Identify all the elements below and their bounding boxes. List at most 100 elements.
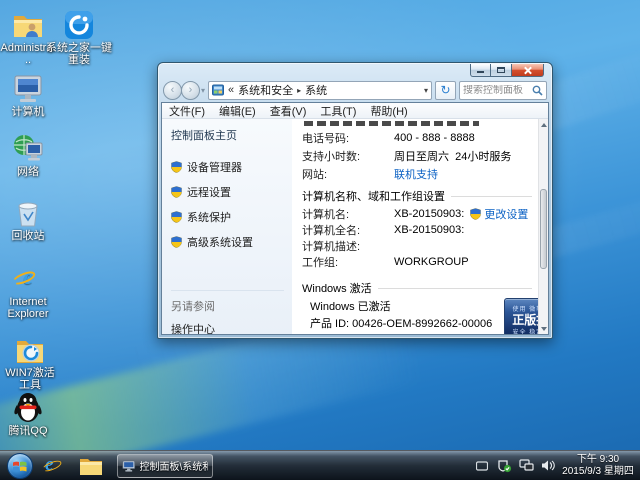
window-titlebar[interactable]: [161, 63, 549, 78]
maximize-button[interactable]: [491, 64, 512, 77]
close-icon: [524, 66, 532, 74]
win7-activator-folder-icon: [0, 333, 60, 365]
minimize-icon: [477, 71, 484, 73]
row-value: XB-20150903:: [394, 224, 465, 236]
desktop-icon-onekey-reinstall[interactable]: 系统之家一键重装: [44, 8, 114, 66]
show-hidden-icons-button[interactable]: [474, 458, 490, 474]
minimize-button[interactable]: [470, 64, 491, 77]
taskbar-active-window-button[interactable]: 控制面板\系统和...: [117, 453, 213, 478]
menu-view[interactable]: 查看(V): [270, 103, 307, 119]
taskbar: e 控制面板\系统和... 下午 9:30 2015/9/3 星: [0, 450, 640, 480]
clock-date: 2015/9/3 星期四: [562, 465, 634, 477]
breadcrumb-system[interactable]: 系统: [305, 82, 327, 98]
search-input[interactable]: [463, 84, 532, 96]
forward-button[interactable]: ›: [181, 80, 200, 100]
sidebar-item-system-protection[interactable]: 系统保护: [171, 209, 284, 225]
uac-shield-icon: [470, 208, 482, 220]
search-icon[interactable]: [532, 85, 543, 96]
row-label: 计算机全名:: [302, 225, 361, 237]
search-box[interactable]: [459, 80, 547, 100]
clipped-scrolled-content: [304, 121, 479, 126]
network-tray-icon[interactable]: [518, 458, 534, 474]
taskbar-clock[interactable]: 下午 9:30 2015/9/3 星期四: [562, 454, 636, 478]
desktop-icon-recycle-bin[interactable]: 回收站: [0, 196, 56, 242]
row-label: 电话号码:: [302, 133, 350, 145]
action-center-tray-icon[interactable]: [496, 458, 512, 474]
online-support-link[interactable]: 联机支持: [394, 166, 438, 182]
desktop-icon-computer[interactable]: 计算机: [0, 72, 56, 118]
product-id-row: 产品 ID: 00426-OEM-8992662-00006: [302, 314, 492, 332]
hidden-icons-icon: [476, 460, 488, 471]
row-label: 网站:: [302, 169, 328, 181]
desktop-icon-internet-explorer[interactable]: e Internet Explorer: [0, 262, 56, 320]
forward-icon: ›: [188, 83, 193, 96]
menu-file[interactable]: 文件(F): [169, 103, 205, 119]
badge-bottom-text: 安全 稳定 声誉: [512, 330, 538, 334]
row-value: WORKGROUP: [394, 256, 469, 268]
desktop-icon-network[interactable]: 网络: [0, 132, 56, 178]
address-dropdown-icon[interactable]: ▾: [424, 86, 428, 95]
menu-tools[interactable]: 工具(T): [320, 103, 356, 119]
start-button[interactable]: [7, 452, 33, 479]
taskbar-explorer-icon[interactable]: [77, 453, 105, 479]
navigation-bar: ‹ › ▾ « 系统和安全 ▸ 系统 ▾ ↻: [161, 78, 549, 102]
desktop-icon-label: 网络: [17, 166, 39, 178]
window-task-icon: [122, 460, 136, 471]
internet-explorer-icon: e: [0, 262, 56, 294]
scroll-up-button[interactable]: [539, 119, 548, 130]
sidebar-item-device-manager[interactable]: 设备管理器: [171, 159, 284, 175]
scrollbar-thumb[interactable]: [540, 189, 547, 269]
desktop-icon-label: Internet Explorer: [7, 296, 49, 320]
sidebar: 控制面板主页 设备管理器 远程设置 系统保护 高级系统设置 另请参阅 操作中心: [162, 119, 292, 334]
change-settings-link[interactable]: 更改设置: [484, 206, 528, 222]
network-computers-icon: [518, 459, 534, 471]
taskbar-button-label: 控制面板\系统和...: [139, 462, 208, 473]
sidebar-item-label: 高级系统设置: [187, 237, 253, 249]
desktop-icon-qq[interactable]: 腾讯QQ: [0, 391, 56, 437]
row-label: 计算机描述:: [302, 241, 361, 253]
sidebar-item-action-center[interactable]: 操作中心: [171, 321, 284, 334]
sidebar-item-label: 远程设置: [187, 187, 231, 199]
uac-shield-icon: [171, 186, 182, 198]
address-bar[interactable]: « 系统和安全 ▸ 系统 ▾: [208, 80, 432, 100]
section-title: Windows 激活: [302, 283, 372, 295]
desktop: Administra... 系统之家一键重装 计算机 网络 回收站 e Inte…: [0, 0, 640, 480]
genuine-windows-badge[interactable]: ★ 使用 微软 软件 正版授权 安全 稳定 声誉: [504, 298, 538, 334]
info-row-full-computer-name: 计算机全名: XB-20150903:: [302, 222, 532, 238]
refresh-button[interactable]: ↻: [435, 80, 456, 100]
scroll-down-icon: [540, 326, 547, 331]
desktop-icon-label: 计算机: [11, 106, 45, 118]
desktop-icon-label: 回收站: [11, 230, 45, 242]
sidebar-item-control-panel-home[interactable]: 控制面板主页: [171, 127, 284, 143]
menu-help[interactable]: 帮助(H): [370, 103, 407, 119]
row-label: 计算机名:: [302, 209, 350, 221]
menu-bar: 文件(F) 编辑(E) 查看(V) 工具(T) 帮助(H): [162, 103, 548, 119]
scroll-down-button[interactable]: [539, 323, 548, 334]
desktop-icon-win7-activator[interactable]: WIN7激活工具: [0, 333, 60, 391]
breadcrumb-system-security[interactable]: 系统和安全: [238, 82, 293, 98]
vertical-scrollbar[interactable]: [538, 119, 548, 334]
computer-icon: [0, 72, 56, 104]
back-button[interactable]: ‹: [163, 80, 182, 100]
refresh-icon: ↻: [440, 82, 451, 97]
taskbar-internet-explorer-icon[interactable]: e: [41, 453, 69, 479]
network-icon: [0, 132, 56, 164]
sidebar-item-remote-settings[interactable]: 远程设置: [171, 184, 284, 200]
menu-edit[interactable]: 编辑(E): [219, 103, 256, 119]
row-value: XB-20150903:: [394, 208, 465, 220]
windows-flag-icon: [13, 461, 27, 471]
back-icon: ‹: [170, 83, 175, 96]
folder-icon: [80, 458, 102, 475]
section-computer-name: 计算机名称、域和工作组设置: [302, 186, 532, 206]
breadcrumb-chevrons[interactable]: «: [228, 84, 234, 96]
close-button[interactable]: [512, 64, 544, 77]
volume-tray-icon[interactable]: [540, 458, 556, 474]
sidebar-item-label: 系统保护: [187, 212, 231, 224]
uac-shield-icon: [171, 211, 182, 223]
sidebar-item-advanced-system-settings[interactable]: 高级系统设置: [171, 234, 284, 250]
row-label: 工作组:: [302, 257, 339, 269]
desktop-icon-label: WIN7激活工具: [5, 367, 55, 391]
action-center-check-icon: [497, 459, 511, 472]
info-row-workgroup: 工作组: WORKGROUP: [302, 254, 532, 270]
recent-pages-caret-icon[interactable]: ▾: [201, 86, 205, 95]
